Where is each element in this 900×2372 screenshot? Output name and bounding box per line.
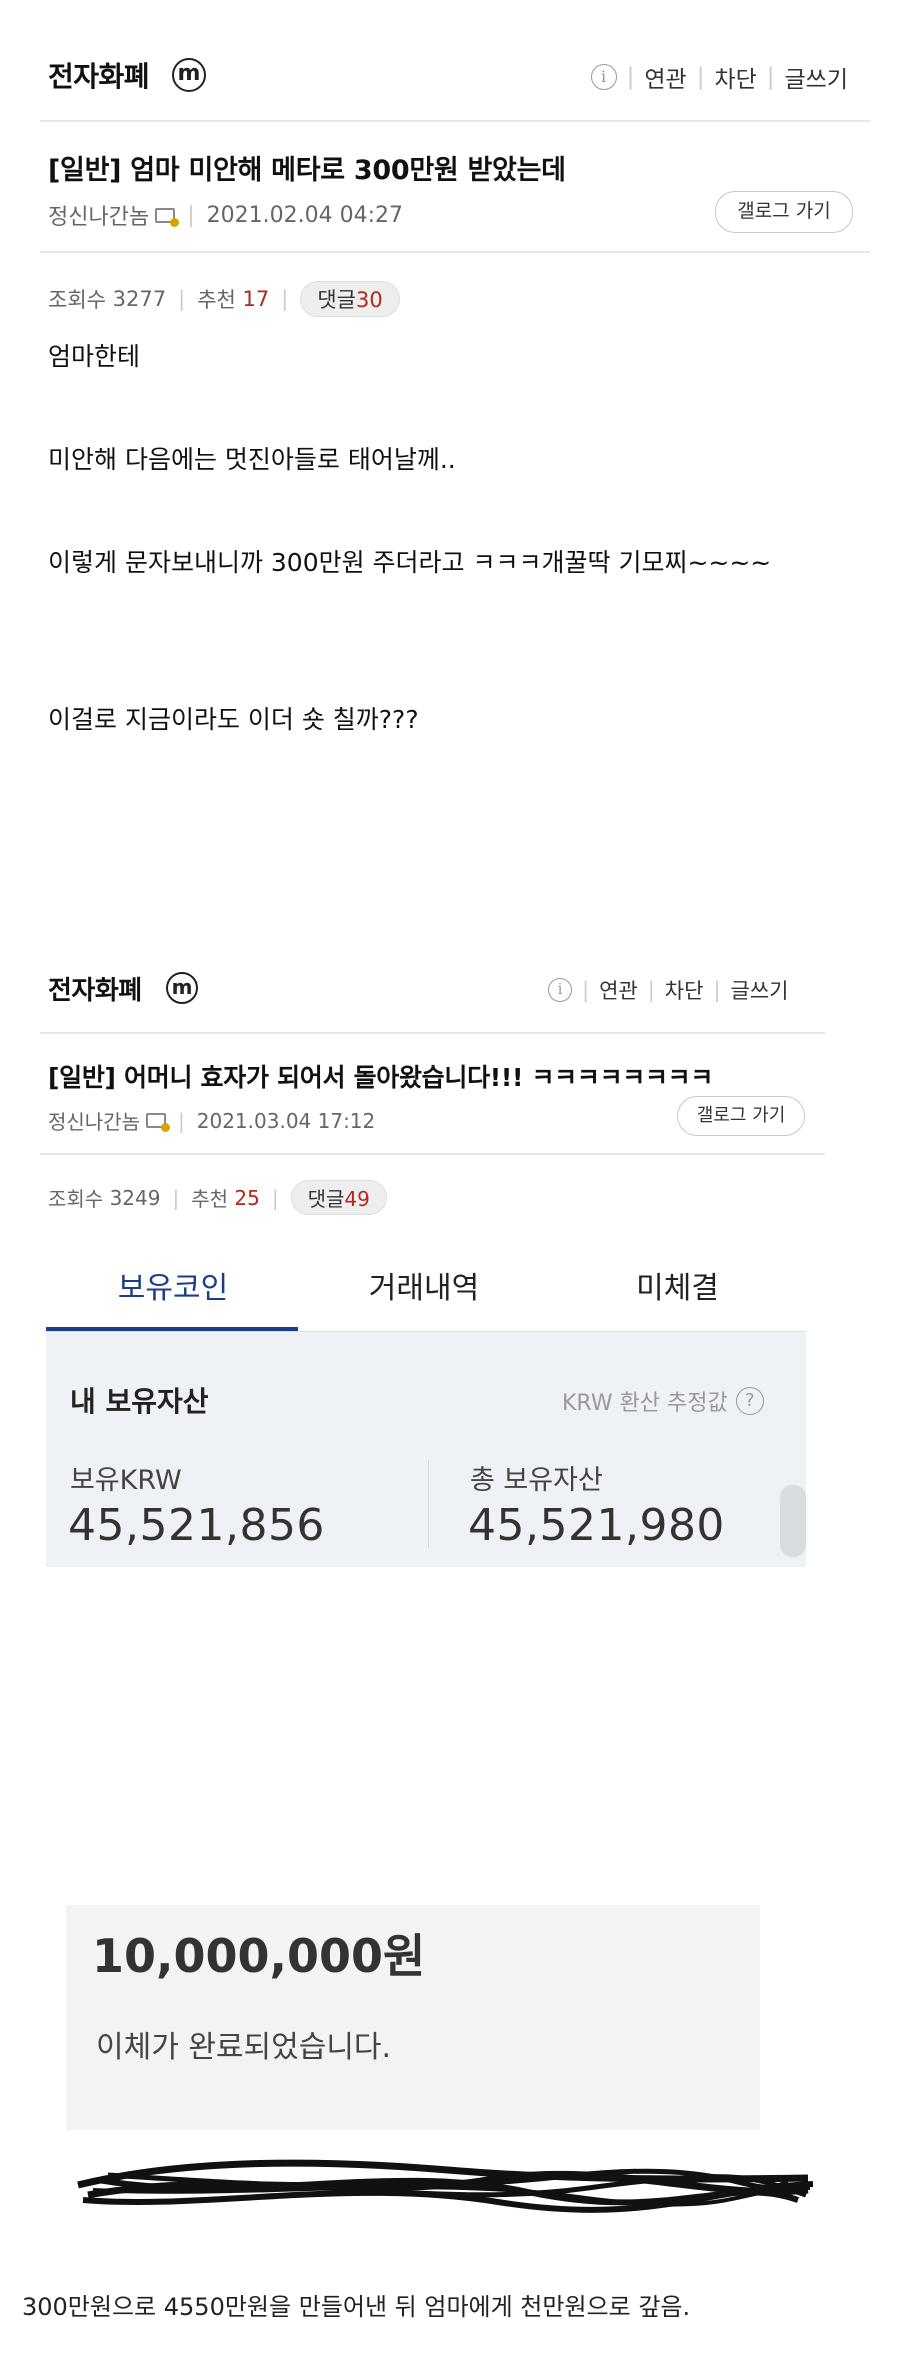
link-write[interactable]: 글쓰기 (785, 60, 848, 94)
redaction-scribble (77, 2159, 814, 2213)
post-meta: 정신나간놈 | 2021.02.04 04:27 (48, 199, 403, 231)
reply-count: 49 (344, 1187, 370, 1211)
views-label: 조회수 (48, 288, 106, 312)
fixed-nick-icon (146, 1113, 170, 1132)
post-body-line: 이걸로 지금이라도 이더 숏 칠까??? (48, 705, 419, 734)
gallog-button[interactable]: 갤로그 가기 (677, 1096, 805, 1136)
divider: | (647, 978, 655, 1002)
post-stats: 조회수 3249 | 추천 25 | 댓글49 (48, 1180, 387, 1215)
tab-transactions[interactable]: 거래내역 (298, 1263, 550, 1307)
reply-count-badge[interactable]: 댓글49 (290, 1180, 387, 1215)
krw-note-label: KRW 환산 추정값 (562, 1391, 728, 1416)
top-links: i | 연관 | 차단 | 글쓰기 (548, 975, 788, 1005)
recommend-label: 추천 (197, 288, 236, 312)
post-title: [일반] 엄마 미안해 메타로 300만원 받았는데 (48, 155, 566, 186)
gallery-title[interactable]: 전자화폐 (48, 55, 150, 95)
views-label: 조회수 (48, 1187, 104, 1211)
post-body-line: 미안해 다음에는 멋진아들로 태어날께.. (48, 445, 456, 474)
divider: | (178, 287, 186, 311)
tab-holdings[interactable]: 보유코인 (48, 1263, 298, 1307)
recommend-label: 추천 (191, 1187, 229, 1211)
post-date: 2021.02.04 04:27 (206, 202, 403, 228)
total-label: 총 보유자산 (470, 1465, 603, 1496)
recommend-count: 25 (234, 1185, 260, 1210)
transfer-amount: 10,000,000원 (92, 1929, 426, 1983)
author-nickname[interactable]: 정신나간놈 (48, 1106, 140, 1135)
info-icon[interactable]: i (548, 978, 572, 1002)
top-links: i | 연관 | 차단 | 글쓰기 (590, 60, 848, 94)
fixed-nick-icon (155, 207, 180, 227)
post-stats: 조회수 3277 | 추천 17 | 댓글30 (48, 281, 400, 317)
recommend-count: 17 (242, 287, 270, 311)
author-nickname[interactable]: 정신나간놈 (48, 199, 149, 231)
minor-gallery-badge-icon: m (166, 972, 198, 1004)
divider: | (271, 1185, 279, 1210)
post-date: 2021.03.04 17:12 (196, 1108, 376, 1133)
reply-count-badge[interactable]: 댓글30 (300, 281, 400, 317)
divider: | (187, 202, 195, 228)
divider (40, 1153, 825, 1155)
gallery-title[interactable]: 전자화폐 (48, 970, 142, 1007)
divider: | (766, 64, 775, 90)
divider: | (696, 64, 705, 90)
transfer-status: 이체가 완료되었습니다. (96, 2030, 392, 2065)
reply-label: 댓글 (307, 1187, 345, 1211)
krw-label: 보유KRW (70, 1465, 182, 1496)
link-block[interactable]: 차단 (714, 60, 756, 94)
krw-value: 45,521,856 (68, 1500, 325, 1551)
post-body-line: 이렇게 문자보내니까 300만원 주더라고 ㅋㅋㅋ개꿀딱 기모찌~~~~ (48, 548, 772, 577)
asset-section-title: 내 보유자산 (70, 1385, 209, 1418)
divider: | (178, 1108, 185, 1133)
link-related[interactable]: 연관 (599, 975, 638, 1005)
caption: 300만원으로 4550만원을 만들어낸 뒤 엄마에게 천만원으로 갚음. (22, 2293, 691, 2321)
scroll-handle[interactable] (780, 1485, 806, 1557)
views-count: 3249 (109, 1185, 161, 1210)
reply-count: 30 (355, 288, 383, 312)
info-icon[interactable]: i (590, 64, 617, 90)
divider: | (626, 64, 635, 90)
help-icon[interactable]: ? (735, 1387, 764, 1415)
post-title: [일반] 어머니 효자가 되어서 돌아왔습니다!!! ㅋㅋㅋㅋㅋㅋㅋㅋ (48, 1063, 714, 1092)
divider (40, 251, 870, 253)
divider: | (713, 978, 721, 1002)
link-block[interactable]: 차단 (665, 975, 704, 1005)
post-body-line: 엄마한테 (48, 342, 141, 371)
divider: | (172, 1185, 180, 1210)
minor-gallery-badge-icon: m (172, 58, 206, 92)
tab-unfilled[interactable]: 미체결 (550, 1263, 805, 1307)
link-write[interactable]: 글쓰기 (731, 975, 789, 1005)
views-count: 3277 (112, 287, 167, 311)
krw-estimate-note: KRW 환산 추정값 ? (562, 1385, 764, 1417)
reply-label: 댓글 (317, 288, 356, 312)
link-related[interactable]: 연관 (644, 60, 686, 94)
gallog-button[interactable]: 갤로그 가기 (715, 191, 853, 233)
total-value: 45,521,980 (468, 1500, 725, 1551)
divider (40, 120, 870, 122)
divider (40, 1032, 825, 1034)
column-divider (428, 1460, 429, 1548)
divider: | (281, 287, 289, 311)
post-meta: 정신나간놈 | 2021.03.04 17:12 (48, 1106, 375, 1135)
divider: | (582, 978, 590, 1002)
